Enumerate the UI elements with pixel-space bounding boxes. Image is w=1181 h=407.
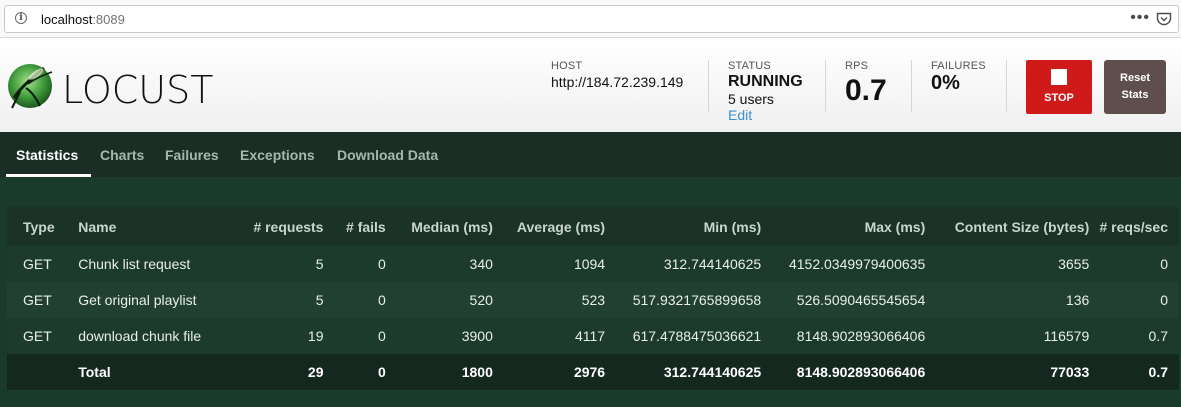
stats-table: Type Name # requests # fails Median (ms)… bbox=[7, 207, 1179, 390]
cell-max: 4152.0349979400635 bbox=[761, 246, 926, 282]
cell-min: 617.4788475036621 bbox=[605, 318, 762, 354]
cell-fails: 0 bbox=[323, 318, 386, 354]
cell-fails: 0 bbox=[323, 246, 386, 282]
cell-median: 3900 bbox=[385, 318, 493, 354]
cell-name: Chunk list request bbox=[78, 246, 228, 282]
column-header[interactable]: # reqs/sec bbox=[1089, 207, 1179, 246]
divider bbox=[708, 60, 709, 112]
app-logo-text: LOCUST bbox=[62, 68, 214, 112]
cell-type: GET bbox=[7, 318, 79, 354]
cell-average: 523 bbox=[492, 282, 606, 318]
cell-reqs-per-sec: 0 bbox=[1089, 282, 1179, 318]
failures-value: 0% bbox=[931, 72, 960, 94]
cell-min: 312.744140625 bbox=[605, 246, 762, 282]
stop-button[interactable]: STOP bbox=[1026, 60, 1092, 114]
status-value: RUNNING bbox=[728, 73, 803, 90]
cell-fails: 0 bbox=[323, 354, 386, 390]
column-header[interactable]: Max (ms) bbox=[761, 207, 926, 246]
table-total-row: Total 29 0 1800 2976 312.744140625 8148.… bbox=[7, 354, 1179, 390]
more-actions-icon[interactable]: ••• bbox=[1130, 9, 1150, 27]
divider bbox=[825, 60, 826, 112]
status-label: STATUS bbox=[728, 60, 771, 72]
tab-statistics[interactable]: Statistics bbox=[16, 147, 78, 163]
rps-label: RPS bbox=[845, 60, 869, 72]
cell-max: 526.5090465545654 bbox=[761, 282, 926, 318]
reset-label-line2: Stats bbox=[1121, 89, 1149, 101]
host-info: HOST http://184.72.239.149 bbox=[551, 60, 683, 90]
url-text[interactable]: localhost:8089 bbox=[41, 12, 125, 27]
cell-max: 8148.902893066406 bbox=[761, 354, 926, 390]
tab-bar: Statistics Charts Failures Exceptions Do… bbox=[0, 132, 1181, 177]
table-header-row: Type Name # requests # fails Median (ms)… bbox=[7, 207, 1179, 246]
failures-label: FAILURES bbox=[931, 60, 986, 72]
pocket-icon[interactable] bbox=[1156, 12, 1172, 26]
table-row: GET download chunk file 19 0 3900 4117 6… bbox=[7, 318, 1179, 354]
column-header[interactable]: # requests bbox=[227, 207, 323, 246]
cell-type: GET bbox=[7, 282, 79, 318]
url-port: :8089 bbox=[92, 12, 125, 27]
locust-logo-icon bbox=[8, 64, 53, 109]
cell-reqs-per-sec: 0 bbox=[1089, 246, 1179, 282]
reset-stats-button[interactable]: Reset Stats bbox=[1104, 60, 1166, 114]
cell-average: 2976 bbox=[492, 354, 606, 390]
cell-requests: 29 bbox=[227, 354, 324, 390]
browser-toolbar: i localhost:8089 ••• bbox=[0, 0, 1181, 38]
address-bar[interactable]: i localhost:8089 ••• bbox=[4, 5, 1179, 33]
cell-name: Total bbox=[78, 354, 228, 390]
cell-requests: 5 bbox=[227, 282, 324, 318]
divider bbox=[911, 60, 912, 112]
tab-exceptions[interactable]: Exceptions bbox=[240, 147, 315, 163]
column-header[interactable]: Average (ms) bbox=[493, 207, 605, 246]
url-host: localhost bbox=[41, 12, 93, 27]
cell-type bbox=[7, 354, 79, 390]
info-icon[interactable]: i bbox=[15, 12, 27, 24]
cell-requests: 5 bbox=[227, 246, 324, 282]
divider bbox=[1006, 60, 1007, 112]
failures-info: FAILURES 0% bbox=[931, 60, 986, 95]
column-header[interactable]: Min (ms) bbox=[605, 207, 762, 246]
cell-requests: 19 bbox=[227, 318, 324, 354]
tab-charts[interactable]: Charts bbox=[100, 147, 144, 163]
cell-median: 520 bbox=[385, 282, 493, 318]
column-header[interactable]: Type bbox=[7, 207, 78, 246]
stats-table-container: Type Name # requests # fails Median (ms)… bbox=[7, 207, 1179, 391]
cell-average: 1094 bbox=[492, 246, 606, 282]
edit-link[interactable]: Edit bbox=[728, 107, 803, 123]
active-tab-indicator bbox=[6, 174, 91, 177]
cell-name: download chunk file bbox=[78, 318, 228, 354]
reset-label-line1: Reset bbox=[1120, 72, 1150, 84]
cell-min: 312.744140625 bbox=[605, 354, 762, 390]
host-value: http://184.72.239.149 bbox=[551, 74, 684, 90]
table-row: GET Get original playlist 5 0 520 523 51… bbox=[7, 282, 1179, 318]
tab-failures[interactable]: Failures bbox=[165, 147, 219, 163]
cell-reqs-per-sec: 0.7 bbox=[1089, 354, 1179, 390]
cell-reqs-per-sec: 0.7 bbox=[1089, 318, 1179, 354]
table-row: GET Chunk list request 5 0 340 1094 312.… bbox=[7, 246, 1179, 282]
user-count: 5 users bbox=[728, 91, 774, 107]
tab-download-data[interactable]: Download Data bbox=[337, 147, 438, 163]
rps-info: RPS 0.7 bbox=[845, 60, 887, 108]
cell-max: 8148.902893066406 bbox=[761, 318, 926, 354]
app-header: LOCUST HOST http://184.72.239.149 STATUS… bbox=[0, 38, 1181, 132]
cell-median: 340 bbox=[385, 246, 493, 282]
cell-min: 517.9321765899658 bbox=[605, 282, 762, 318]
rps-value: 0.7 bbox=[845, 74, 887, 107]
cell-content-size: 3655 bbox=[925, 246, 1090, 282]
column-header[interactable]: Content Size (bytes) bbox=[925, 207, 1090, 246]
stop-icon bbox=[1051, 69, 1067, 85]
column-header[interactable]: Median (ms) bbox=[386, 207, 493, 246]
cell-content-size: 77033 bbox=[925, 354, 1090, 390]
host-label: HOST bbox=[551, 60, 583, 72]
cell-name: Get original playlist bbox=[78, 282, 228, 318]
cell-fails: 0 bbox=[323, 282, 386, 318]
cell-type: GET bbox=[7, 246, 79, 282]
column-header[interactable]: Name bbox=[78, 207, 227, 246]
status-info: STATUS RUNNING 5 users Edit bbox=[728, 60, 803, 123]
cell-content-size: 136 bbox=[925, 282, 1090, 318]
cell-median: 1800 bbox=[385, 354, 493, 390]
stop-button-label: STOP bbox=[1044, 92, 1074, 104]
column-header[interactable]: # fails bbox=[323, 207, 386, 246]
cell-average: 4117 bbox=[492, 318, 606, 354]
cell-content-size: 116579 bbox=[925, 318, 1090, 354]
